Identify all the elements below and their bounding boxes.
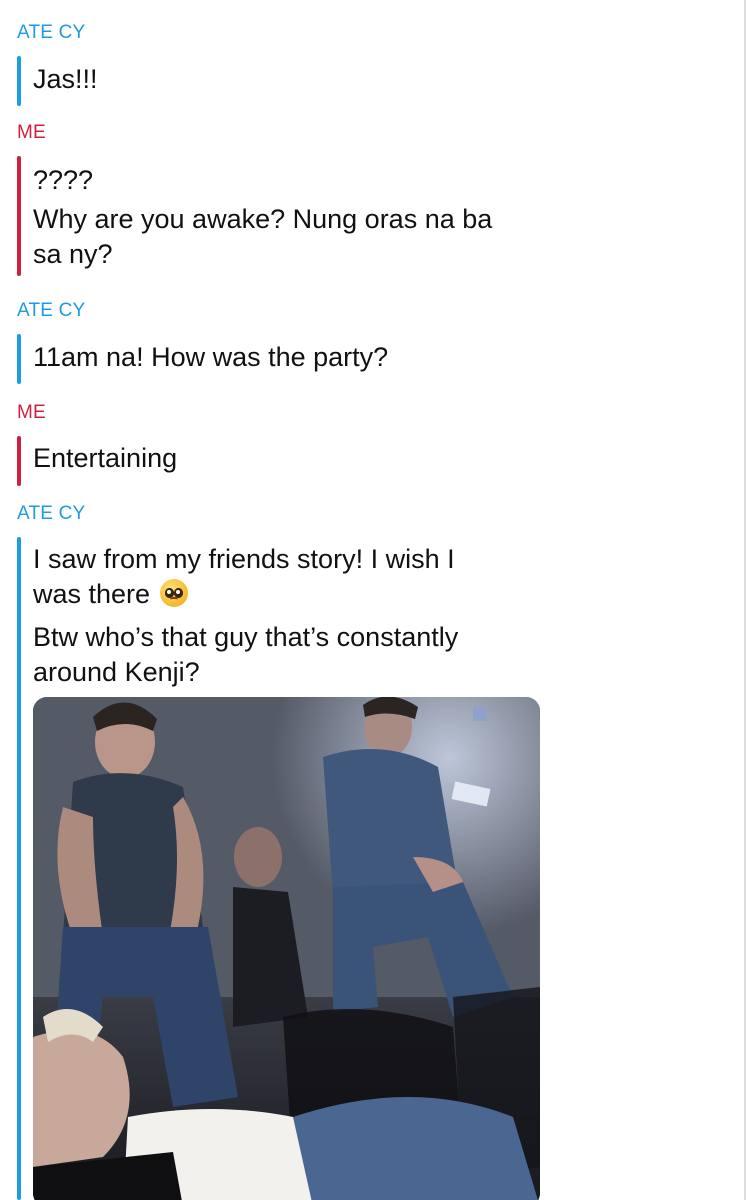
sender-label-me: ME [17,122,46,143]
sender-label-me: ME [17,402,46,423]
message-text[interactable]: I saw from my friends story! I wish I wa… [33,542,455,612]
sender-label-contact: ATE CY [17,22,86,43]
chat-screen: ATE CY Jas!!! ME ???? Why are you awake?… [0,0,746,1200]
message-text-span: I saw from my friends story! I wish I wa… [33,544,455,609]
message-text[interactable]: Jas!!! [33,62,98,97]
sender-label-contact: ATE CY [17,300,86,321]
message-accent-bar [17,56,21,106]
message-text[interactable]: 11am na! How was the party? [33,340,388,375]
sender-label-contact: ATE CY [17,503,86,524]
pleading-face-emoji [159,579,188,607]
photo-image [33,697,540,1200]
message-accent-bar [17,436,21,486]
message-accent-bar [17,537,21,1200]
message-accent-bar [17,334,21,384]
message-text[interactable]: Btw who’s that guy that’s constantly aro… [33,620,458,690]
message-accent-bar [17,156,21,276]
message-text[interactable]: ???? [33,163,93,198]
message-text[interactable]: Entertaining [33,441,177,476]
message-text[interactable]: Why are you awake? Nung oras na ba sa ny… [33,202,492,272]
photo-attachment[interactable] [33,697,540,1200]
